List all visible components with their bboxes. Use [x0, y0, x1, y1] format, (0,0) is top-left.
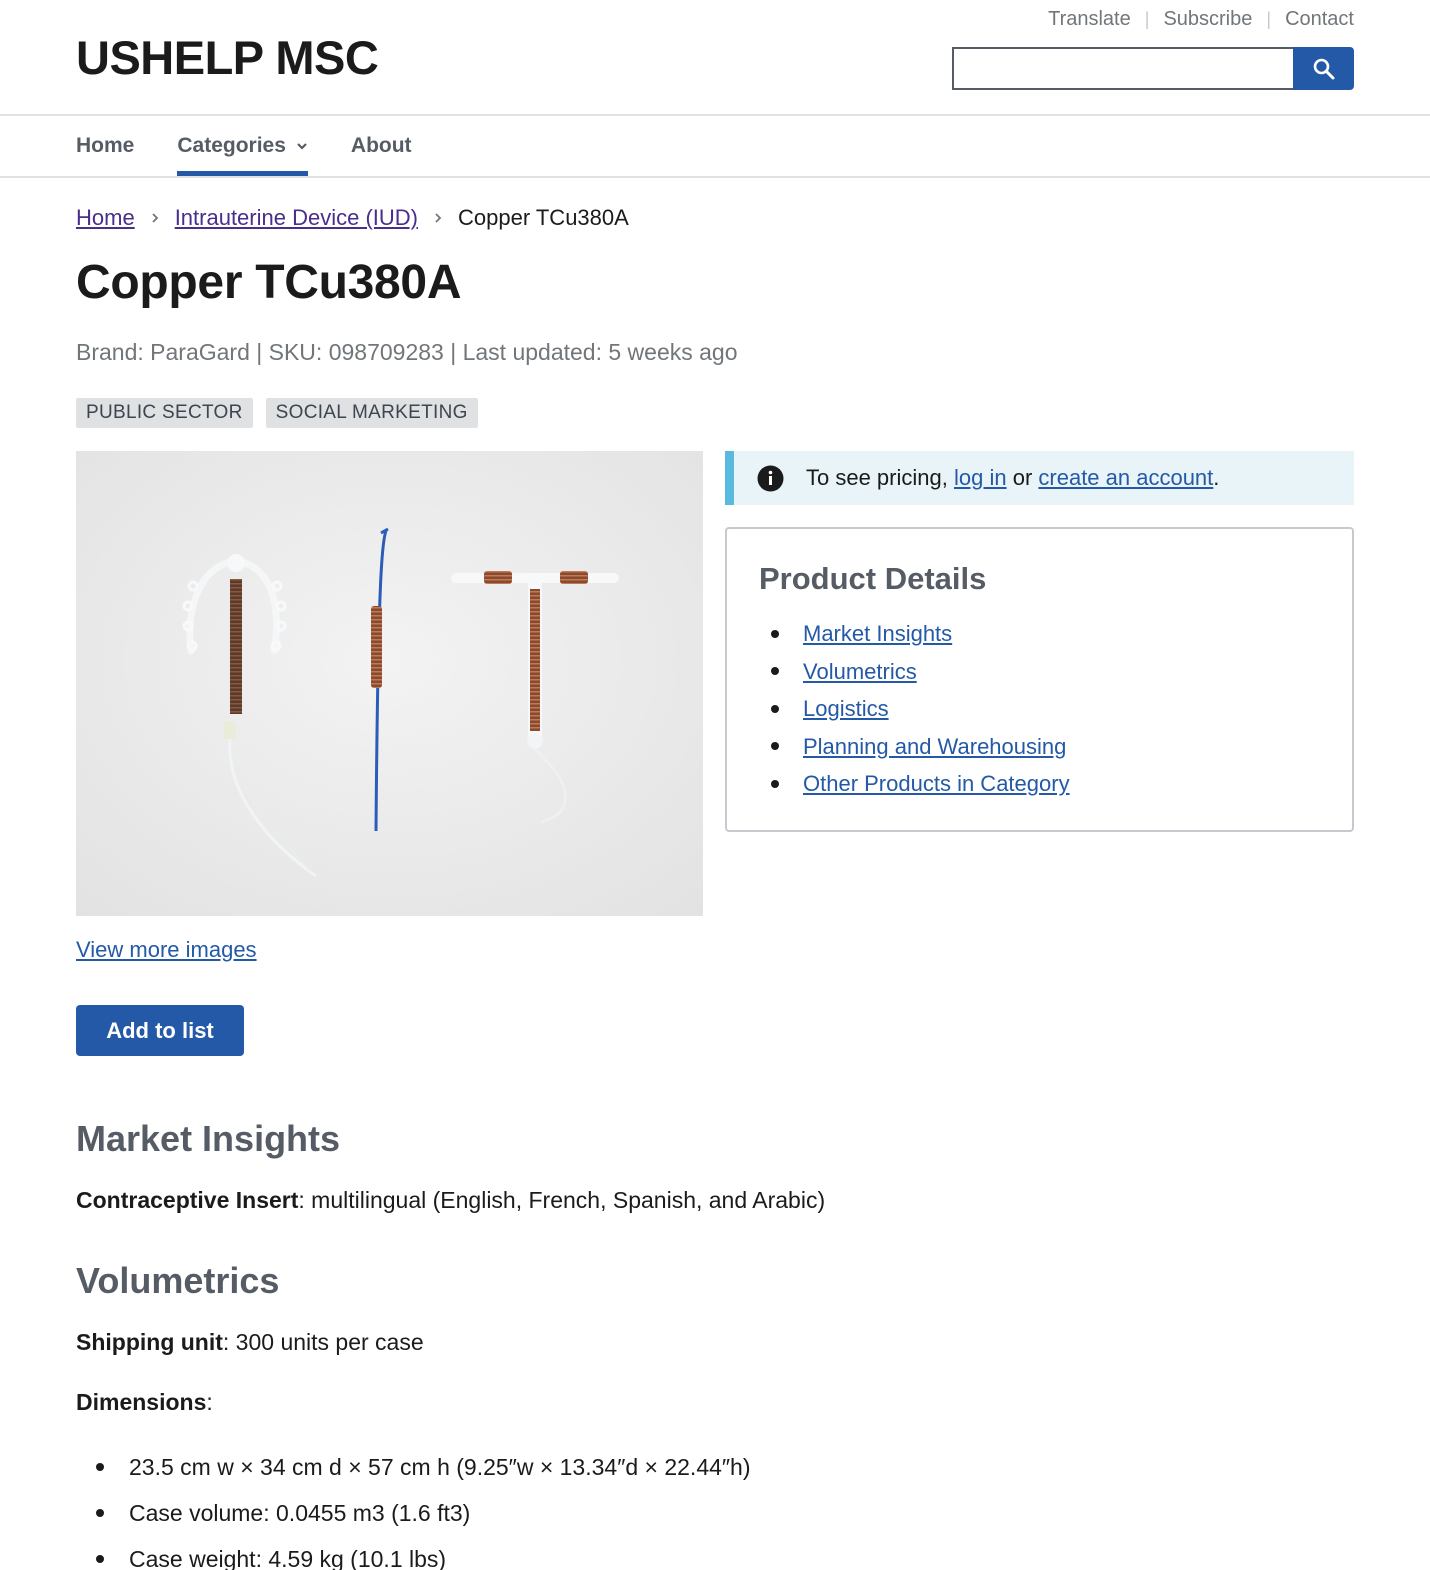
chevron-down-icon	[296, 142, 308, 150]
product-meta: Brand: ParaGard | SKU: 098709283 | Last …	[76, 339, 738, 365]
bullet	[771, 629, 779, 638]
dimensions-label: Dimensions	[76, 1389, 207, 1415]
add-to-list-button[interactable]: Add to list	[76, 1005, 244, 1056]
nav-item-label: Categories	[177, 134, 286, 157]
create-account-link[interactable]: create an account	[1038, 465, 1213, 491]
search-input[interactable]	[952, 47, 1293, 90]
shipping-unit-text: Shipping unit: 300 units per case	[76, 1329, 424, 1356]
breadcrumb-home[interactable]: Home	[76, 205, 135, 231]
shipping-unit-label: Shipping unit	[76, 1329, 223, 1355]
chevron-right-icon	[434, 212, 442, 224]
search-form	[952, 47, 1354, 90]
dimensions-list: 23.5 cm w × 34 cm d × 57 cm h (9.25″w × …	[96, 1444, 751, 1570]
search-button[interactable]	[1293, 47, 1354, 90]
nav-item-label: About	[350, 134, 412, 157]
translate-link[interactable]: Translate	[1048, 8, 1131, 31]
subscribe-link[interactable]: Subscribe	[1163, 8, 1252, 31]
alert-middle: or	[1012, 465, 1033, 490]
site-title[interactable]: USHELP MSC	[76, 30, 379, 85]
dimension-value: 23.5 cm w × 34 cm d × 57 cm h (9.25″w × …	[129, 1453, 751, 1480]
breadcrumb-category[interactable]: Intrauterine Device (IUD)	[175, 205, 418, 231]
details-link-planning[interactable]: Planning and Warehousing	[803, 728, 1066, 766]
alert-suffix: .	[1213, 465, 1220, 490]
search-icon	[1312, 57, 1336, 81]
bullet	[96, 1463, 104, 1471]
tag-public-sector: PUBLIC SECTOR	[76, 398, 253, 428]
dimensions-text: Dimensions:	[76, 1389, 213, 1416]
bullet	[771, 742, 779, 751]
list-item: Logistics	[771, 690, 1320, 728]
nav-divider	[0, 176, 1430, 178]
bullet	[96, 1509, 104, 1517]
list-item: Case volume: 0.0455 m3 (1.6 ft3)	[96, 1490, 751, 1536]
product-details-box: Product Details Market Insights Volumetr…	[725, 527, 1354, 832]
list-item: Market Insights	[771, 615, 1320, 653]
bullet	[96, 1555, 104, 1563]
details-link-other-products[interactable]: Other Products in Category	[803, 765, 1070, 803]
nav-item-about[interactable]: About	[351, 116, 412, 176]
list-item: Other Products in Category	[771, 765, 1320, 803]
nav-item-categories[interactable]: Categories	[177, 116, 308, 176]
primary-nav: Home Categories About	[76, 116, 455, 176]
chevron-right-icon	[151, 212, 159, 224]
details-link-logistics[interactable]: Logistics	[803, 690, 889, 728]
product-image[interactable]	[76, 451, 703, 916]
tag-list: PUBLIC SECTOR SOCIAL MARKETING	[76, 398, 491, 428]
alert-prefix: To see pricing,	[806, 465, 948, 490]
bullet	[771, 704, 779, 713]
bullet	[771, 779, 779, 788]
case-weight-value: Case weight: 4.59 kg (10.1 lbs)	[129, 1545, 447, 1570]
tag-social-marketing: SOCIAL MARKETING	[265, 398, 478, 428]
breadcrumb-current: Copper TCu380A	[458, 205, 629, 230]
info-icon	[757, 465, 784, 492]
page-title: Copper TCu380A	[76, 256, 462, 309]
details-link-market-insights[interactable]: Market Insights	[803, 615, 952, 653]
market-insights-text: Contraceptive Insert: multilingual (Engl…	[76, 1187, 825, 1214]
product-details-list: Market Insights Volumetrics Logistics Pl…	[759, 615, 1320, 803]
dimensions-colon: :	[206, 1389, 213, 1415]
pricing-alert: To see pricing, log in or create an acco…	[725, 451, 1354, 505]
utility-separator: |	[1144, 9, 1150, 29]
contact-link[interactable]: Contact	[1285, 8, 1354, 31]
breadcrumb: Home Intrauterine Device (IUD) Copper TC…	[76, 205, 629, 231]
product-details-heading: Product Details	[759, 561, 987, 596]
list-item: Case weight: 4.59 kg (10.1 lbs)	[96, 1536, 751, 1570]
bullet	[771, 667, 779, 676]
list-item: Volumetrics	[771, 653, 1320, 691]
market-insights-heading: Market Insights	[76, 1118, 341, 1159]
utility-separator: |	[1266, 9, 1272, 29]
contraceptive-insert-label: Contraceptive Insert	[76, 1187, 299, 1213]
nav-item-label: Home	[76, 134, 135, 157]
login-link[interactable]: log in	[954, 465, 1007, 491]
list-item: 23.5 cm w × 34 cm d × 57 cm h (9.25″w × …	[96, 1444, 751, 1490]
contraceptive-insert-value: : multilingual (English, French, Spanish…	[298, 1187, 826, 1213]
nav-item-home[interactable]: Home	[76, 116, 134, 176]
case-volume-value: Case volume: 0.0455 m3 (1.6 ft3)	[129, 1499, 471, 1526]
list-item: Planning and Warehousing	[771, 728, 1320, 766]
details-link-volumetrics[interactable]: Volumetrics	[803, 653, 917, 691]
utility-nav: Translate | Subscribe | Contact	[1048, 8, 1354, 31]
view-more-images-link[interactable]: View more images	[76, 937, 257, 963]
volumetrics-heading: Volumetrics	[76, 1260, 280, 1301]
shipping-unit-value: : 300 units per case	[222, 1329, 424, 1355]
